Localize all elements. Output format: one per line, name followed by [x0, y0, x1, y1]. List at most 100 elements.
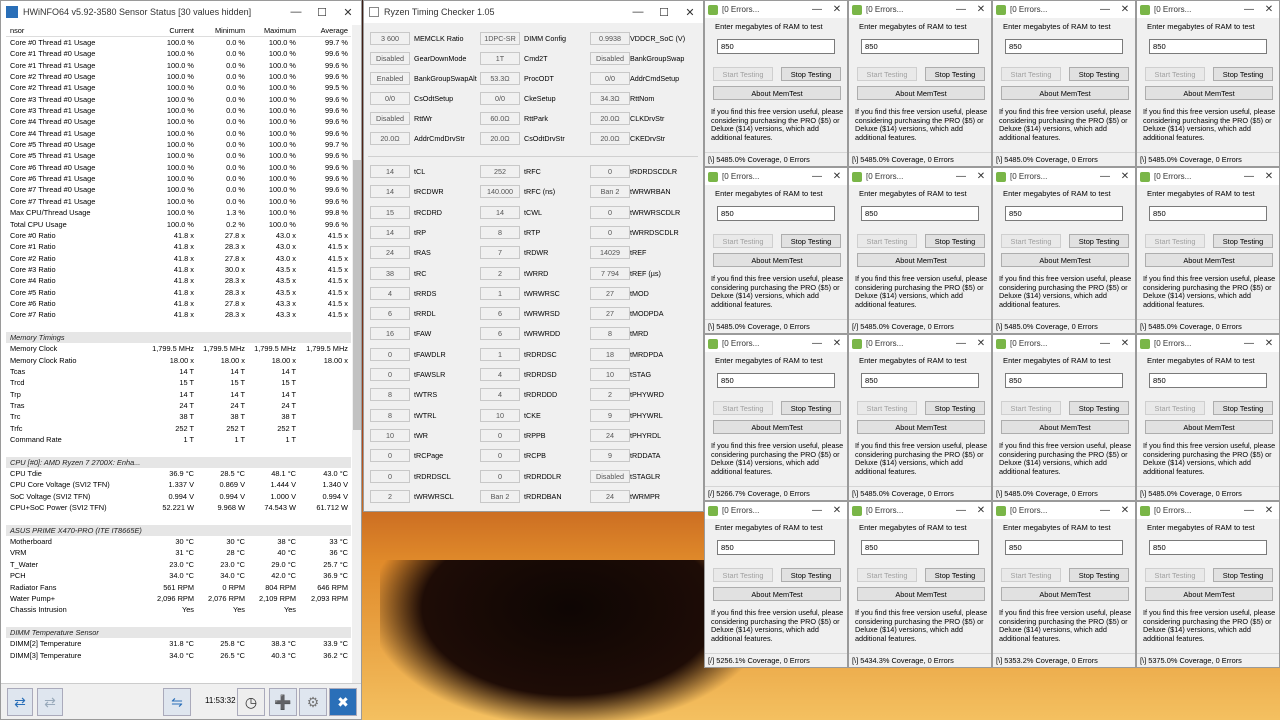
sensor-group-header[interactable]: Memory Timings — [6, 331, 351, 344]
about-memtest-button[interactable]: About MemTest — [1145, 253, 1273, 267]
col-current[interactable]: Current — [146, 25, 197, 36]
stop-testing-button[interactable]: Stop Testing — [1069, 67, 1129, 81]
close-icon[interactable]: ✕ — [827, 335, 847, 352]
sensor-row[interactable]: VRM 31 °C 28 °C 40 °C 36 °C — [6, 547, 351, 558]
col-sensor[interactable]: nsor — [6, 25, 146, 36]
sensor-row[interactable]: Core #6 Ratio 41.8 x 27.8 x 43.3 x 41.5 x — [6, 298, 351, 309]
stop-testing-button[interactable]: Stop Testing — [925, 67, 985, 81]
nav-arrows-disabled-icon[interactable]: ⇄ — [37, 688, 63, 716]
sensor-row[interactable]: Tras 24 T 24 T 24 T — [6, 400, 351, 411]
close-icon[interactable]: ✕ — [971, 1, 991, 18]
about-memtest-button[interactable]: About MemTest — [713, 86, 841, 100]
memtest-titlebar[interactable]: [0 Errors... — ✕ — [993, 168, 1135, 185]
memtest-titlebar[interactable]: [0 Errors... — ✕ — [993, 502, 1135, 519]
sensor-row[interactable]: Trp 14 T 14 T 14 T — [6, 389, 351, 400]
memtest-titlebar[interactable]: [0 Errors... — ✕ — [849, 335, 991, 352]
stop-testing-button[interactable]: Stop Testing — [1213, 234, 1273, 248]
sensor-row[interactable]: Memory Clock Ratio 18.00 x 18.00 x 18.00 x 1… — [6, 355, 351, 366]
stop-testing-button[interactable]: Stop Testing — [1069, 568, 1129, 582]
minimize-icon[interactable]: — — [1095, 335, 1115, 352]
start-testing-button[interactable]: Start Testing — [1145, 568, 1205, 582]
sensor-row[interactable]: Core #2 Thread #0 Usage 100.0 % 0.0 % 100.0… — [6, 71, 351, 82]
ram-mb-input[interactable]: 850 — [1149, 540, 1267, 555]
stop-testing-button[interactable]: Stop Testing — [781, 568, 841, 582]
minimize-icon[interactable]: — — [951, 335, 971, 352]
ram-mb-input[interactable]: 850 — [1149, 373, 1267, 388]
sensor-row[interactable]: Command Rate 1 T 1 T 1 T — [6, 434, 351, 445]
close-icon[interactable]: ✕ — [1115, 335, 1135, 352]
stop-testing-button[interactable]: Stop Testing — [925, 568, 985, 582]
stop-testing-button[interactable]: Stop Testing — [925, 234, 985, 248]
sensor-group-header[interactable]: CPU [#0]: AMD Ryzen 7 2700X: Enha... — [6, 456, 351, 469]
sensor-row[interactable]: Core #1 Thread #0 Usage 100.0 % 0.0 % 100.0… — [6, 48, 351, 59]
start-testing-button[interactable]: Start Testing — [713, 234, 773, 248]
nav-arrows-icon[interactable]: ⇄ — [7, 688, 33, 716]
ram-mb-input[interactable]: 850 — [1005, 206, 1123, 221]
start-testing-button[interactable]: Start Testing — [1001, 401, 1061, 415]
col-average[interactable]: Average — [299, 25, 351, 36]
close-icon[interactable]: ✕ — [1115, 502, 1135, 519]
memtest-titlebar[interactable]: [0 Errors... — ✕ — [705, 1, 847, 18]
minimize-icon[interactable]: — — [1239, 502, 1259, 519]
about-memtest-button[interactable]: About MemTest — [1001, 587, 1129, 601]
start-testing-button[interactable]: Start Testing — [1145, 234, 1205, 248]
sensor-row[interactable]: SoC Voltage (SVI2 TFN) 0.994 V 0.994 V 1.00… — [6, 491, 351, 502]
ram-mb-input[interactable]: 850 — [1149, 39, 1267, 54]
close-icon[interactable]: ✕ — [827, 168, 847, 185]
about-memtest-button[interactable]: About MemTest — [1145, 587, 1273, 601]
minimize-icon[interactable]: — — [807, 1, 827, 18]
maximize-icon[interactable]: ☐ — [651, 1, 677, 23]
sensor-row[interactable]: CPU+SoC Power (SVI2 TFN) 52.221 W 9.968 W 7… — [6, 502, 351, 513]
sensor-row[interactable]: Core #6 Thread #0 Usage 100.0 % 0.0 % 100.0… — [6, 162, 351, 173]
start-testing-button[interactable]: Start Testing — [857, 67, 917, 81]
close-icon[interactable]: ✕ — [1259, 335, 1279, 352]
start-testing-button[interactable]: Start Testing — [1145, 401, 1205, 415]
sensor-row[interactable]: Max CPU/Thread Usage 100.0 % 1.3 % 100.0 % 9… — [6, 207, 351, 218]
memtest-titlebar[interactable]: [0 Errors... — ✕ — [705, 335, 847, 352]
memtest-titlebar[interactable]: [0 Errors... — ✕ — [993, 335, 1135, 352]
sensor-row[interactable]: Core #3 Thread #1 Usage 100.0 % 0.0 % 100.0… — [6, 105, 351, 116]
col-minimum[interactable]: Minimum — [197, 25, 248, 36]
sensor-row[interactable]: Core #0 Ratio 41.8 x 27.8 x 43.0 x 41.5 x — [6, 230, 351, 241]
close-sensors-icon[interactable]: ✖ — [329, 688, 357, 716]
sensor-row[interactable]: T_Water 23.0 °C 23.0 °C 29.0 °C 25.7 °C — [6, 559, 351, 570]
stop-testing-button[interactable]: Stop Testing — [925, 401, 985, 415]
sensor-row[interactable]: Trcd 15 T 15 T 15 T — [6, 377, 351, 388]
minimize-icon[interactable]: — — [807, 502, 827, 519]
scrollbar-thumb[interactable] — [353, 160, 361, 430]
start-testing-button[interactable]: Start Testing — [713, 401, 773, 415]
sensor-row[interactable]: Trfc 252 T 252 T 252 T — [6, 423, 351, 434]
about-memtest-button[interactable]: About MemTest — [713, 420, 841, 434]
start-testing-button[interactable]: Start Testing — [713, 568, 773, 582]
ram-mb-input[interactable]: 850 — [1005, 373, 1123, 388]
about-memtest-button[interactable]: About MemTest — [857, 253, 985, 267]
col-maximum[interactable]: Maximum — [248, 25, 299, 36]
about-memtest-button[interactable]: About MemTest — [1001, 86, 1129, 100]
sensor-row[interactable]: Radiator Fans 561 RPM 0 RPM 804 RPM 646 RPM — [6, 582, 351, 593]
minimize-icon[interactable]: — — [283, 1, 309, 23]
sensor-row[interactable]: Water Pump+ 2,096 RPM 2,076 RPM 2,109 RPM 2,… — [6, 593, 351, 604]
sensor-row[interactable]: Memory Clock 1,799.5 MHz 1,799.5 MHz 1,799.… — [6, 343, 351, 354]
minimize-icon[interactable]: — — [951, 1, 971, 18]
close-icon[interactable]: ✕ — [335, 1, 361, 23]
sensor-row[interactable]: DIMM[2] Temperature 31.8 °C 25.8 °C 38.3 °C… — [6, 638, 351, 649]
sensor-row[interactable]: Core #0 Thread #1 Usage 100.0 % 0.0 % 100.0… — [6, 37, 351, 48]
close-icon[interactable]: ✕ — [971, 502, 991, 519]
stop-testing-button[interactable]: Stop Testing — [1213, 568, 1273, 582]
memtest-titlebar[interactable]: [0 Errors... — ✕ — [1137, 168, 1279, 185]
start-testing-button[interactable]: Start Testing — [857, 568, 917, 582]
stop-testing-button[interactable]: Stop Testing — [781, 234, 841, 248]
sensor-row[interactable]: Core #6 Thread #1 Usage 100.0 % 0.0 % 100.0… — [6, 173, 351, 184]
sensor-row[interactable]: Core #5 Ratio 41.8 x 28.3 x 43.5 x 41.5 x — [6, 287, 351, 298]
ram-mb-input[interactable]: 850 — [861, 39, 979, 54]
minimize-icon[interactable]: — — [1239, 1, 1259, 18]
log-add-icon[interactable]: ➕ — [269, 688, 297, 716]
memtest-titlebar[interactable]: [0 Errors... — ✕ — [1137, 502, 1279, 519]
about-memtest-button[interactable]: About MemTest — [713, 253, 841, 267]
start-testing-button[interactable]: Start Testing — [857, 234, 917, 248]
start-testing-button[interactable]: Start Testing — [1001, 234, 1061, 248]
about-memtest-button[interactable]: About MemTest — [713, 587, 841, 601]
settings-icon[interactable]: ⚙ — [299, 688, 327, 716]
close-icon[interactable]: ✕ — [1115, 168, 1135, 185]
close-icon[interactable]: ✕ — [677, 1, 703, 23]
